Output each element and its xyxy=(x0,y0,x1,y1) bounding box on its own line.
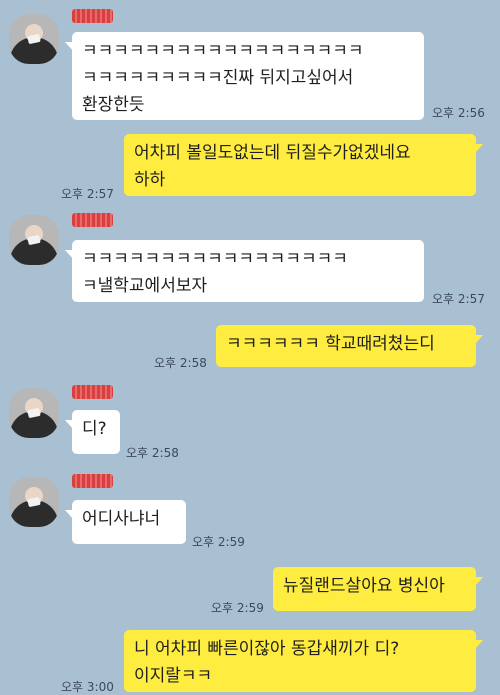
message-timestamp: 오후 2:57 xyxy=(432,292,485,306)
chat-screen: { "messages": [ {"id":"m1","side":"in","… xyxy=(0,0,500,694)
message-line: 니 어차피 빠른이잖아 동갑새끼가 디? xyxy=(134,639,400,659)
message-timestamp: 오후 3:00 xyxy=(61,680,114,694)
outgoing-message-bubble[interactable]: 니 어차피 빠른이잖아 동갑새끼가 디? 이지랄ㅋㅋ xyxy=(124,630,483,692)
message-timestamp: 오후 2:59 xyxy=(211,601,264,615)
message-timestamp: 오후 2:57 xyxy=(61,187,114,201)
message-line: ㅋㅋㅋㅋㅋㅋㅋㅋㅋㅋㅋㅋㅋㅋㅋㅋㅋㅋ xyxy=(82,41,364,61)
message-line: ㅋㅋㅋㅋㅋㅋ 학교때려쳤는디 xyxy=(226,334,435,354)
contact-avatar[interactable] xyxy=(9,388,59,438)
sender-name-redacted: XXXXX xyxy=(72,9,114,23)
contact-avatar[interactable] xyxy=(9,215,59,265)
incoming-message-bubble[interactable]: ㅋㅋㅋㅋㅋㅋㅋㅋㅋㅋㅋㅋㅋㅋㅋㅋㅋ ㅋ낼학교에서보자 xyxy=(65,240,424,302)
message-line: ㅋㅋㅋㅋㅋㅋㅋㅋㅋ진짜 뒤지고싶어서 xyxy=(82,68,354,88)
sender-name-redacted: XXXXX xyxy=(72,385,114,399)
contact-avatar[interactable] xyxy=(9,14,59,64)
incoming-message-bubble[interactable]: 어디사냐너 xyxy=(65,500,186,544)
sender-name-redacted: XXXXX xyxy=(72,213,114,227)
contact-avatar[interactable] xyxy=(9,477,59,527)
sender-name-redacted: XXXXX xyxy=(72,474,114,488)
message-line: 하하 xyxy=(134,170,166,190)
message-line: 뉴질랜드살아요 병신아 xyxy=(283,576,445,596)
incoming-message-bubble[interactable]: ㅋㅋㅋㅋㅋㅋㅋㅋㅋㅋㅋㅋㅋㅋㅋㅋㅋㅋ ㅋㅋㅋㅋㅋㅋㅋㅋㅋ진짜 뒤지고싶어서 환장… xyxy=(65,32,424,120)
outgoing-message-bubble[interactable]: 어차피 볼일도없는데 뒤질수가없겠네요 하하 xyxy=(124,134,483,196)
incoming-message-bubble[interactable]: 디? xyxy=(65,410,120,454)
message-timestamp: 오후 2:58 xyxy=(126,446,179,460)
message-line: 어차피 볼일도없는데 뒤질수가없겠네요 xyxy=(134,143,411,163)
outgoing-message-bubble[interactable]: ㅋㅋㅋㅋㅋㅋ 학교때려쳤는디 xyxy=(216,325,483,367)
message-timestamp: 오후 2:58 xyxy=(154,356,207,370)
message-timestamp: 오후 2:56 xyxy=(432,106,485,120)
message-line: ㅋ낼학교에서보자 xyxy=(82,276,208,296)
message-line: 환장한듯 xyxy=(82,95,145,115)
message-line: 이지랄ㅋㅋ xyxy=(134,666,213,686)
message-timestamp: 오후 2:59 xyxy=(192,535,245,549)
outgoing-message-bubble[interactable]: 뉴질랜드살아요 병신아 xyxy=(273,567,483,611)
message-line: 디? xyxy=(82,419,107,439)
message-line: ㅋㅋㅋㅋㅋㅋㅋㅋㅋㅋㅋㅋㅋㅋㅋㅋㅋ xyxy=(82,249,348,269)
message-line: 어디사냐너 xyxy=(82,509,161,529)
